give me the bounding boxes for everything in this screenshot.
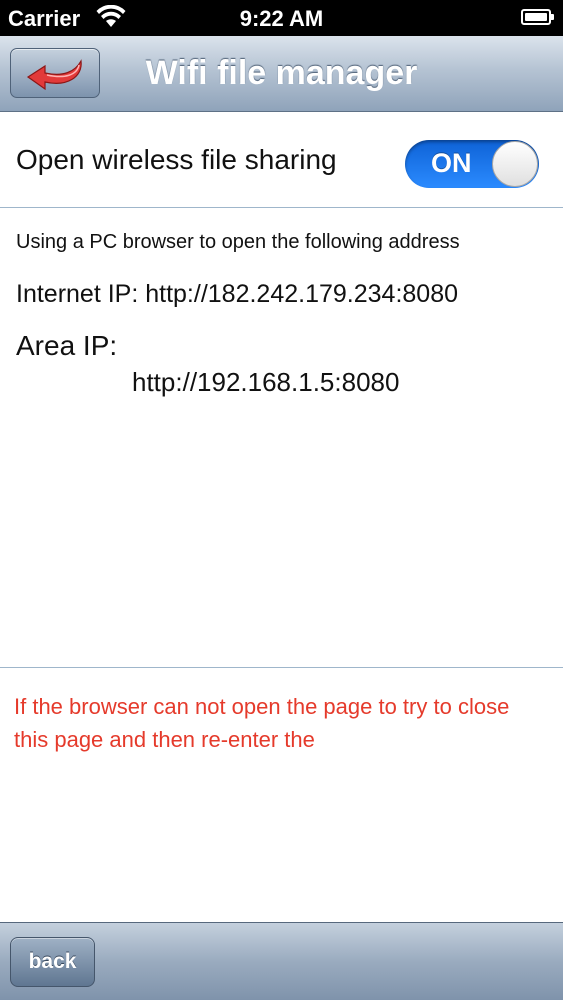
instruction-text: Using a PC browser to open the following… [16, 231, 460, 253]
sharing-toggle[interactable]: ON [405, 140, 539, 188]
toggle-on-text: ON [431, 148, 472, 178]
area-ip-label: Area IP: [16, 330, 118, 361]
internet-ip-text: Internet IP: http://182.242.179.234:8080 [16, 280, 459, 308]
status-time: 9:22 AM [239, 6, 324, 31]
navigation-bar: Wifi file manager [0, 36, 563, 112]
bottom-toolbar: back [0, 922, 563, 1000]
battery-icon [521, 9, 554, 25]
back-button[interactable]: back [10, 937, 95, 987]
hint-text: If the browser can not open the page to … [14, 694, 510, 752]
sharing-label: Open wireless file sharing [16, 144, 337, 175]
status-bar: Carrier 9:22 AM [0, 0, 563, 36]
area-ip-url: http://192.168.1.5:8080 [132, 367, 400, 397]
sharing-row: Open wireless file sharing ON [0, 112, 563, 208]
divider [0, 667, 563, 668]
toggle-knob [492, 141, 538, 187]
page-title: Wifi file manager [145, 54, 418, 92]
